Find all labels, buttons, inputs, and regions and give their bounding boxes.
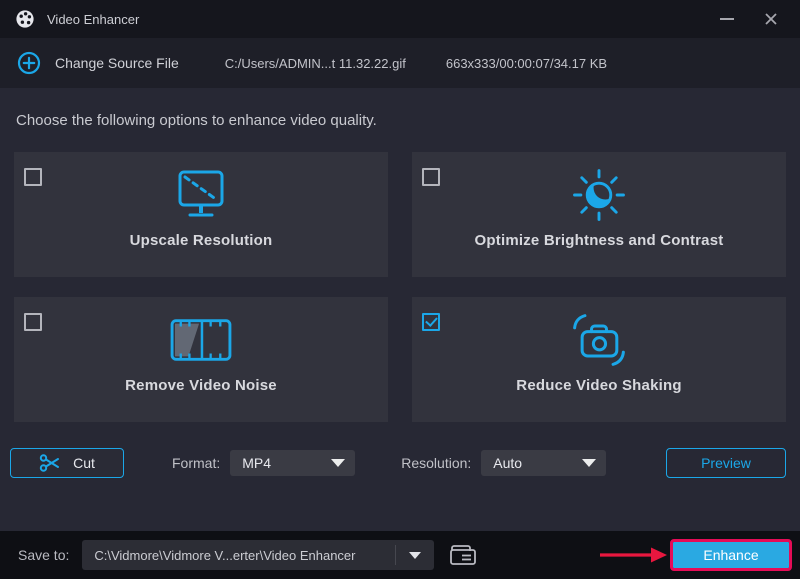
change-source-file-label: Change Source File (55, 55, 179, 71)
chevron-down-icon (582, 459, 596, 467)
option-card-reduce-shaking[interactable]: Reduce Video Shaking (412, 297, 786, 422)
format-label: Format: (172, 455, 220, 471)
preview-label: Preview (701, 455, 751, 471)
format-dropdown[interactable]: MP4 (230, 450, 355, 476)
change-source-file-button[interactable]: Change Source File (17, 51, 179, 75)
palette-icon (15, 9, 35, 29)
red-arrow-annotation (598, 546, 668, 564)
save-to-label: Save to: (18, 547, 69, 563)
instruction-text: Choose the following options to enhance … (0, 88, 800, 152)
cut-label: Cut (73, 455, 95, 471)
resolution-dropdown[interactable]: Auto (481, 450, 606, 476)
video-enhancer-window: Video Enhancer Change Source File C:/Use… (0, 0, 800, 579)
chevron-down-icon (331, 459, 345, 467)
minimize-icon (720, 18, 734, 20)
chevron-down-icon (409, 552, 421, 559)
save-path-caret[interactable] (396, 552, 434, 559)
source-file-info: 663x333/00:00:07/34.17 KB (446, 56, 607, 71)
close-icon (763, 11, 779, 27)
cut-button[interactable]: Cut (10, 448, 124, 478)
close-button[interactable] (760, 8, 782, 30)
enhance-options-grid: Upscale Resolution (14, 152, 786, 422)
source-file-bar: Change Source File C:/Users/ADMIN...t 11… (0, 38, 800, 88)
option-card-upscale-resolution[interactable]: Upscale Resolution (14, 152, 388, 277)
monitor-upscale-icon (14, 162, 388, 228)
enhance-highlight-box: Enhance (670, 539, 792, 571)
toolbar: Cut Format: MP4 Resolution: Auto Preview (10, 448, 786, 478)
option-label: Upscale Resolution (14, 232, 388, 249)
format-value: MP4 (242, 455, 331, 471)
resolution-value: Auto (493, 455, 582, 471)
minimize-button[interactable] (716, 8, 738, 30)
open-folder-button[interactable] (449, 543, 477, 567)
window-controls (716, 8, 782, 30)
plus-circle-icon (17, 51, 41, 75)
resolution-label: Resolution: (401, 455, 471, 471)
titlebar: Video Enhancer (0, 0, 800, 38)
option-card-remove-noise[interactable]: Remove Video Noise (14, 297, 388, 422)
option-label: Remove Video Noise (14, 377, 388, 394)
folder-icon (449, 543, 477, 567)
save-path-value: C:\Vidmore\Vidmore V...erter\Video Enhan… (82, 548, 395, 563)
option-card-optimize-brightness[interactable]: Optimize Brightness and Contrast (412, 152, 786, 277)
arrow-right-icon (598, 546, 668, 564)
enhance-label: Enhance (703, 547, 758, 563)
option-label: Reduce Video Shaking (412, 377, 786, 394)
enhance-button[interactable]: Enhance (673, 542, 789, 568)
option-label: Optimize Brightness and Contrast (412, 232, 786, 249)
window-title: Video Enhancer (47, 12, 139, 27)
source-file-path: C:/Users/ADMIN...t 11.32.22.gif (225, 56, 406, 71)
brightness-contrast-icon (412, 162, 786, 228)
camera-shake-icon (412, 307, 786, 373)
film-noise-icon (14, 307, 388, 373)
scissors-icon (39, 452, 61, 474)
preview-button[interactable]: Preview (666, 448, 786, 478)
save-path-dropdown[interactable]: C:\Vidmore\Vidmore V...erter\Video Enhan… (82, 540, 434, 570)
footer-bar: Save to: C:\Vidmore\Vidmore V...erter\Vi… (0, 531, 800, 579)
